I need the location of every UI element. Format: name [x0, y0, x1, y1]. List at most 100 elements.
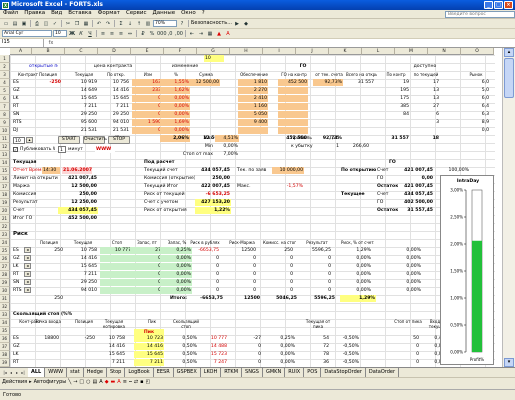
stop-cell[interactable]: 0,50% [168, 343, 198, 350]
wordart-icon[interactable]: A [99, 380, 102, 385]
column-header[interactable]: C [65, 48, 98, 55]
stop-cell[interactable] [30, 343, 60, 350]
risk-cell[interactable] [100, 271, 132, 278]
dec-inc-icon[interactable]: ,0 [166, 30, 174, 38]
tab-gspbex[interactable]: GSPBEX [173, 368, 201, 377]
arrow-icon[interactable]: → [73, 380, 77, 385]
tab-last-icon[interactable]: ▸| [20, 369, 26, 376]
merge-icon[interactable]: ⇔ [126, 30, 134, 38]
line-style-icon[interactable]: ≡ [123, 380, 127, 385]
dec-dec-icon[interactable]: ,00 [175, 30, 183, 38]
row-header[interactable]: 3 [0, 71, 10, 79]
actions-menu[interactable]: Действия [2, 380, 27, 385]
new-icon[interactable]: ▭ [2, 20, 10, 28]
stop-cell[interactable]: 18800 [30, 335, 60, 342]
row-header[interactable]: 37 [0, 343, 10, 351]
row-header[interactable]: 9 [0, 119, 10, 127]
intraday-chart[interactable]: IntraDay 3,00% 2,50% 2,00% 1,50% 1,00% 0,50% 0… [440, 175, 494, 365]
stop-cell[interactable]: 0,50% [168, 335, 198, 342]
row-header[interactable]: 24 [0, 239, 10, 247]
row-header[interactable]: 26 [0, 255, 10, 263]
row-header[interactable]: 12 [0, 143, 10, 151]
sort-asc-icon[interactable]: ↓ [126, 20, 134, 28]
interval-spinner[interactable]: ▴ [26, 137, 33, 143]
tab-dataorder[interactable]: DataOrder [365, 368, 400, 377]
row-header[interactable]: 36 [0, 335, 10, 343]
paste-icon[interactable]: ▦ [82, 20, 90, 28]
decrease-stop-button[interactable]: ◂ [24, 255, 31, 261]
help-search-input[interactable]: Введите вопрос [445, 10, 515, 18]
percent-icon[interactable]: % [148, 30, 156, 38]
risk-cell[interactable] [100, 255, 132, 262]
tab-sngs[interactable]: SNGS [242, 368, 263, 377]
row-header[interactable]: 22 [0, 223, 10, 231]
row-header[interactable]: 10 [0, 127, 10, 135]
indent-icon[interactable]: ⇤ [188, 30, 196, 38]
column-header[interactable]: E [131, 48, 164, 55]
copy-icon[interactable]: ❐ [73, 20, 81, 28]
chart-icon[interactable]: ▥ [144, 20, 152, 28]
column-header[interactable]: K [329, 48, 362, 55]
tab-logbook[interactable]: LogBook [125, 368, 154, 377]
row-header[interactable]: 8 [0, 111, 10, 119]
row-header[interactable]: 38 [0, 351, 10, 359]
row-header[interactable]: 29 [0, 279, 10, 287]
row-header[interactable]: 19 [0, 199, 10, 207]
column-header[interactable]: F [164, 48, 197, 55]
stop-button[interactable]: STOP [108, 136, 130, 144]
autosum-icon[interactable]: Σ [117, 20, 125, 28]
print-icon[interactable]: ⎙ [33, 20, 41, 28]
minutes-input[interactable]: 1 [58, 146, 66, 153]
column-header[interactable]: D [98, 48, 131, 55]
tab-pos[interactable]: POS [304, 368, 322, 377]
publish-web-checkbox[interactable]: ✓ [13, 147, 18, 152]
align-left-icon[interactable]: ≡ [99, 30, 107, 38]
scroll-thumb[interactable] [504, 58, 514, 98]
tab-all[interactable]: ALL [28, 368, 46, 377]
menu-edit[interactable]: Правка [21, 11, 48, 17]
font-select[interactable]: Arial Cyr [2, 30, 52, 37]
security-button[interactable]: Безопасность... [191, 21, 232, 26]
menu-tools[interactable]: Сервис [123, 11, 150, 17]
oval-icon[interactable]: ○ [86, 380, 90, 385]
column-header[interactable]: G [197, 48, 230, 55]
fill-icon[interactable]: ◆ [105, 380, 109, 385]
row-header[interactable]: 27 [0, 263, 10, 271]
row-header[interactable]: 4 [0, 79, 10, 87]
row-header[interactable]: 18 [0, 191, 10, 199]
sort-desc-icon[interactable]: ↑ [135, 20, 143, 28]
scroll-up-arrow[interactable]: ▴ [504, 48, 514, 57]
line-color-icon[interactable]: ▬ [111, 380, 116, 385]
text-color-icon[interactable]: A [117, 380, 120, 385]
interval-input[interactable]: 10 [13, 137, 25, 144]
minimize-button[interactable]: _ [484, 1, 493, 9]
row-header[interactable]: 28 [0, 271, 10, 279]
tab-ruix[interactable]: RUIX [285, 368, 305, 377]
menu-view[interactable]: Вид [48, 11, 65, 17]
fill-color-icon[interactable]: ▲ [215, 30, 223, 38]
stop-cell[interactable]: 0,50% [168, 351, 198, 358]
dash-style-icon[interactable]: ┅ [129, 380, 132, 385]
column-header[interactable]: O [461, 48, 494, 55]
row-header[interactable]: 14 [0, 159, 10, 167]
row-header[interactable]: 21 [0, 215, 10, 223]
stop-cell[interactable] [30, 351, 60, 358]
decrease-stop-button[interactable]: ◂ [24, 263, 31, 269]
menu-file[interactable]: Файл [0, 11, 21, 17]
menu-help[interactable]: ? [199, 11, 208, 17]
column-header[interactable]: M [395, 48, 428, 55]
tab-stop[interactable]: Stop [106, 368, 126, 377]
formula-input[interactable] [58, 39, 515, 47]
risk-cell[interactable]: 10 777 [100, 247, 132, 254]
rect-icon[interactable]: □ [79, 380, 84, 385]
menu-window[interactable]: Окно [178, 11, 199, 17]
thousands-icon[interactable]: 000 [157, 30, 167, 38]
cut-icon[interactable]: ✂ [64, 20, 72, 28]
stop-cell[interactable] [30, 359, 60, 366]
spell-icon[interactable]: ✓ [51, 20, 59, 28]
tab-datastoporder[interactable]: DataStopOrder [321, 368, 366, 377]
align-center-icon[interactable]: ≡ [108, 30, 116, 38]
menu-insert[interactable]: Вставка [65, 11, 94, 17]
preview-icon[interactable]: ◫ [42, 20, 50, 28]
row-header[interactable]: 5 [0, 87, 10, 95]
